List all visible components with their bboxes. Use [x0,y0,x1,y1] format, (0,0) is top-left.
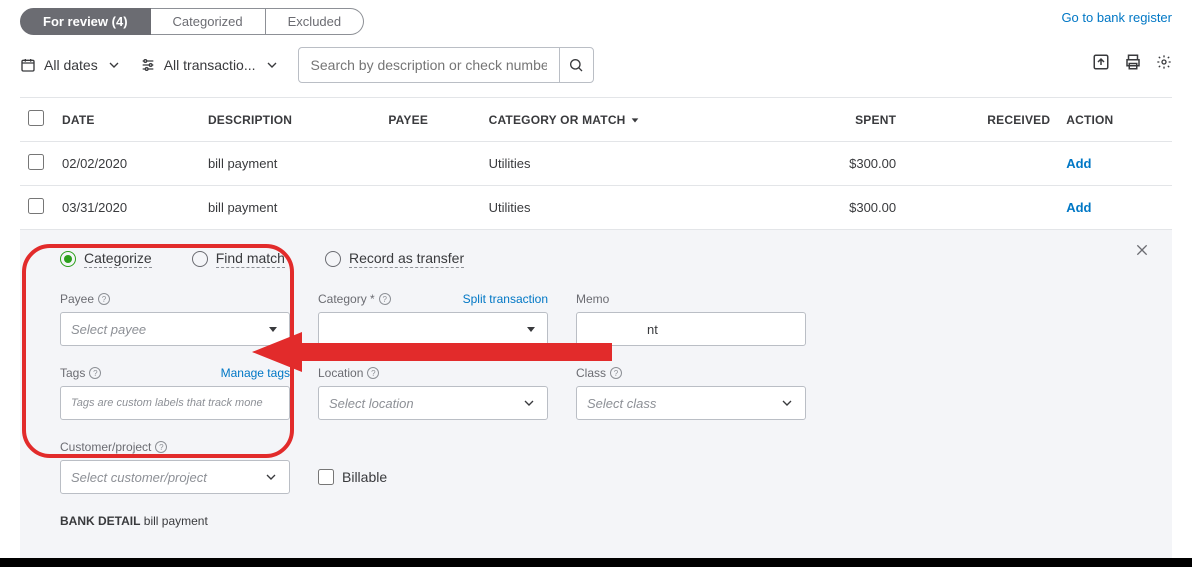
split-transaction-link[interactable]: Split transaction [463,292,548,306]
tags-input[interactable]: Tags are custom labels that track mone [60,386,290,420]
cell-spent: $300.00 [781,142,916,186]
sliders-icon [140,57,156,73]
table-row: 02/02/2020 bill payment Utilities $300.0… [20,142,1172,186]
class-select[interactable]: Select class [576,386,806,420]
help-icon[interactable]: ? [379,293,391,305]
col-payee[interactable]: PAYEE [380,98,480,142]
tab-excluded[interactable]: Excluded [266,8,364,35]
cell-received [916,142,1058,186]
manage-tags-link[interactable]: Manage tags [221,366,290,380]
search-icon [568,57,584,73]
transactions-table: DATE DESCRIPTION PAYEE CATEGORY OR MATCH… [20,97,1172,229]
billable-checkbox[interactable] [318,469,334,485]
payee-label: Payee ? [60,292,290,306]
radio-label: Record as transfer [349,250,464,268]
customer-select[interactable]: Select customer/project [60,460,290,494]
cell-category: Utilities [481,186,782,230]
help-icon[interactable]: ? [98,293,110,305]
cell-spent: $300.00 [781,186,916,230]
billable-label: Billable [342,469,387,485]
add-action[interactable]: Add [1066,200,1091,215]
cell-date: 02/02/2020 [54,142,200,186]
category-field: Category * ? Split transaction [318,292,548,346]
help-icon[interactable]: ? [610,367,622,379]
location-field: Location ? Select location [318,366,548,420]
export-icon[interactable] [1092,53,1110,71]
col-description[interactable]: DESCRIPTION [200,98,380,142]
col-category[interactable]: CATEGORY OR MATCH [481,98,782,142]
cell-description: bill payment [200,186,380,230]
radio-icon [60,251,76,267]
close-icon[interactable] [1134,242,1150,261]
print-icon[interactable] [1124,53,1142,71]
customer-label: Customer/project ? [60,440,290,454]
customer-project-field: Customer/project ? Select customer/proje… [60,440,290,494]
transaction-type-filter[interactable]: All transactio... [140,57,280,73]
filter-bar: Go to bank register All dates All transa… [20,47,1172,83]
help-icon[interactable]: ? [89,367,101,379]
class-label: Class ? [576,366,806,380]
radio-record-transfer[interactable]: Record as transfer [325,250,464,268]
bank-detail-line: BANK DETAIL bill payment [60,514,1132,528]
col-date[interactable]: DATE [54,98,200,142]
cell-payee [380,142,480,186]
annotation-highlight [22,244,294,458]
tags-field: Tags ? Manage tags Tags are custom label… [60,366,290,420]
calendar-icon [20,57,36,73]
memo-label: Memo [576,292,806,306]
cell-received [916,186,1058,230]
sort-desc-icon [630,115,640,125]
cell-payee [380,186,480,230]
chevron-down-icon [263,469,279,485]
chevron-down-icon [779,395,795,411]
search-button[interactable] [559,48,593,82]
tab-for-review[interactable]: For review (4) [20,8,151,35]
radio-icon [325,251,341,267]
location-select[interactable]: Select location [318,386,548,420]
select-all-checkbox[interactable] [28,110,44,126]
memo-input[interactable]: nt [576,312,806,346]
help-icon[interactable]: ? [367,367,379,379]
chevron-down-icon [525,323,537,335]
chevron-down-icon [521,395,537,411]
table-row: 03/31/2020 bill payment Utilities $300.0… [20,186,1172,230]
location-label: Location ? [318,366,548,380]
search-box [298,47,594,83]
col-spent[interactable]: SPENT [781,98,916,142]
taskbar [0,558,1192,567]
col-received[interactable]: RECEIVED [916,98,1058,142]
radio-label: Categorize [84,250,152,268]
radio-label: Find match [216,250,285,268]
row-checkbox[interactable] [28,154,44,170]
bank-register-link[interactable]: Go to bank register [1061,10,1172,25]
payee-select[interactable]: Select payee [60,312,290,346]
radio-categorize[interactable]: Categorize [60,250,152,268]
billable-checkbox-wrap: Billable [318,460,387,494]
class-field: Class ? Select class [576,366,806,420]
radio-icon [192,251,208,267]
action-radio-group: Categorize Find match Record as transfer [60,250,1132,268]
search-input[interactable] [299,48,559,82]
status-tabs: For review (4) Categorized Excluded [20,8,1172,35]
txn-filter-label: All transactio... [164,57,256,73]
cell-date: 03/31/2020 [54,186,200,230]
memo-field: Memo nt [576,292,806,346]
cell-category: Utilities [481,142,782,186]
payee-field: Payee ? Select payee [60,292,290,346]
add-action[interactable]: Add [1066,156,1091,171]
date-filter-label: All dates [44,57,98,73]
tab-categorized[interactable]: Categorized [151,8,266,35]
radio-find-match[interactable]: Find match [192,250,285,268]
chevron-down-icon [106,57,122,73]
gear-icon[interactable] [1156,54,1172,70]
category-select[interactable] [318,312,548,346]
date-filter[interactable]: All dates [20,57,122,73]
chevron-down-icon [264,57,280,73]
row-checkbox[interactable] [28,198,44,214]
cell-description: bill payment [200,142,380,186]
help-icon[interactable]: ? [155,441,167,453]
transaction-detail-panel: Categorize Find match Record as transfer… [20,229,1172,558]
col-action: ACTION [1058,98,1172,142]
chevron-down-icon [267,323,279,335]
